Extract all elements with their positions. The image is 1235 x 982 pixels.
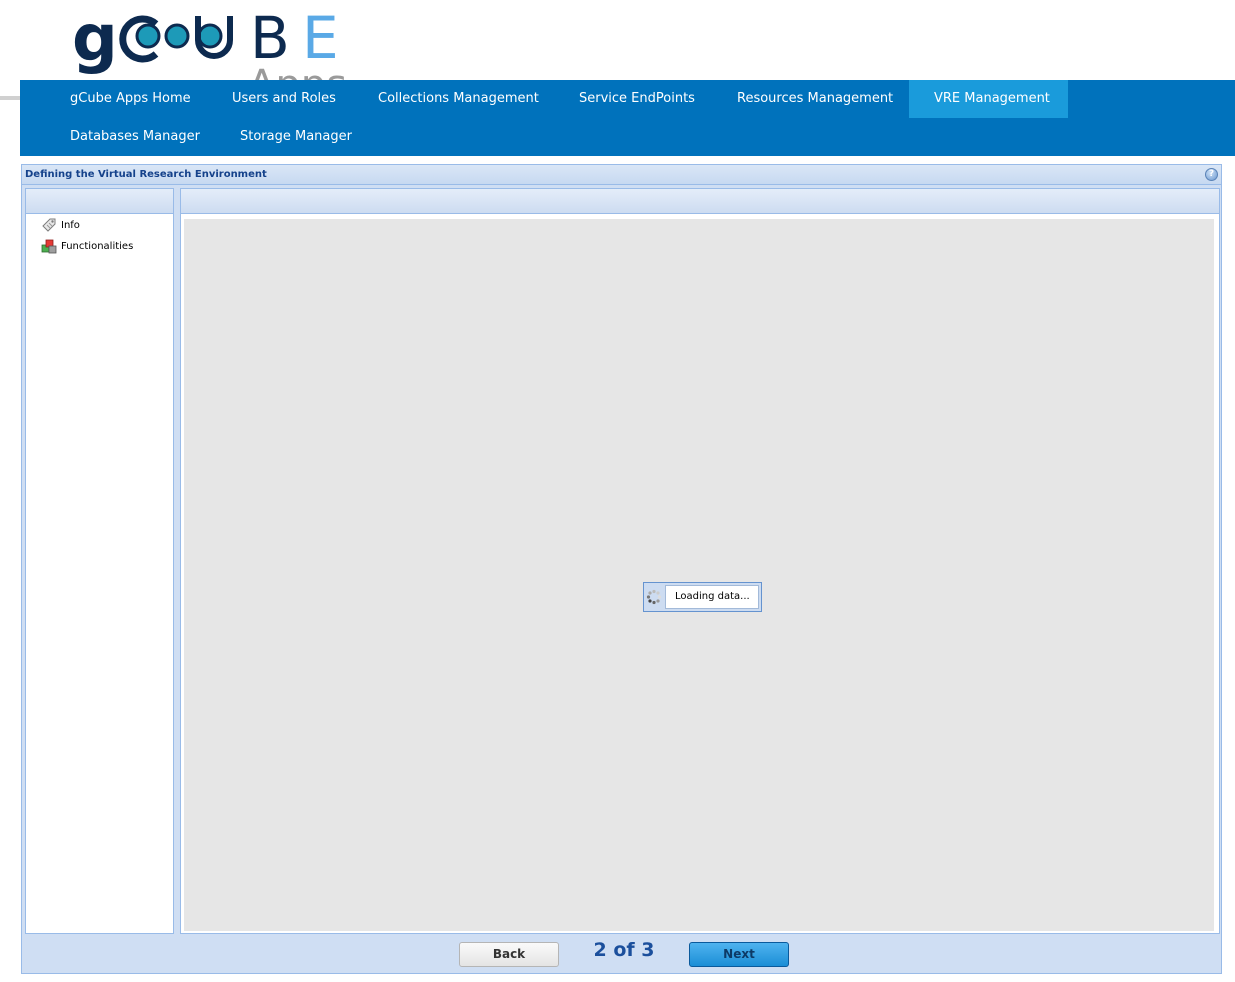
svg-text:Apps: Apps xyxy=(248,62,347,80)
vre-wizard-panel: Defining the Virtual Research Environmen… xyxy=(21,164,1222,974)
loading-indicator: Loading data... xyxy=(643,582,762,612)
help-icon[interactable]: ? xyxy=(1205,168,1218,181)
svg-text:g: g xyxy=(72,2,118,76)
app-root: g B E Apps gCube Apps Home Users and Rol… xyxy=(0,0,1235,982)
header-strip xyxy=(0,96,20,100)
panel-title: Defining the Virtual Research Environmen… xyxy=(25,169,267,180)
nav-item-storage-manager[interactable]: Storage Manager xyxy=(215,118,377,156)
nav-item-resources-management[interactable]: Resources Management xyxy=(712,80,918,118)
tree-item-functionalities[interactable]: Functionalities xyxy=(41,238,133,254)
tree-item-info[interactable]: Info xyxy=(41,217,80,233)
nav-item-collections-management[interactable]: Collections Management xyxy=(353,80,564,118)
tree-item-label: Info xyxy=(61,219,80,231)
nav-item-databases-manager[interactable]: Databases Manager xyxy=(45,118,225,156)
tree-header xyxy=(26,189,173,214)
content-header xyxy=(181,189,1219,214)
back-button[interactable]: Back xyxy=(459,942,559,967)
cubes-icon xyxy=(41,239,57,254)
tree-item-label: Functionalities xyxy=(61,240,134,252)
next-button[interactable]: Next xyxy=(689,942,789,967)
tag-icon xyxy=(42,218,56,232)
nav-item-service-endpoints[interactable]: Service EndPoints xyxy=(554,80,720,118)
wizard-steps-tree: Info Functionalities xyxy=(25,188,174,934)
loading-message: Loading data... xyxy=(665,585,759,609)
gcube-logo: g B E Apps xyxy=(72,2,372,80)
content-body: Loading data... xyxy=(184,219,1214,931)
gcube-logo-graphic: g B E Apps xyxy=(72,2,347,80)
nav-item-vre-management[interactable]: VRE Management xyxy=(909,80,1068,118)
nav-item-users-and-roles[interactable]: Users and Roles xyxy=(207,80,361,118)
step-indicator: 2 of 3 xyxy=(593,939,655,961)
panel-header: Defining the Virtual Research Environmen… xyxy=(22,165,1221,185)
main-nav: gCube Apps Home Users and Roles Collecti… xyxy=(20,80,1235,156)
spinner-icon xyxy=(646,589,662,605)
nav-item-gcube-apps-home[interactable]: gCube Apps Home xyxy=(45,80,216,118)
step-content-panel: Loading data... xyxy=(180,188,1220,934)
